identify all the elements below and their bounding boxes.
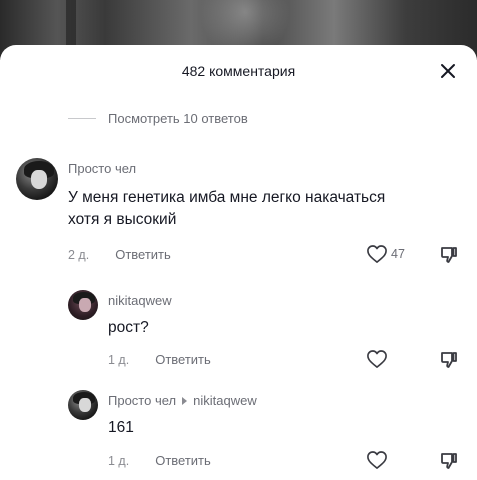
comment-text: У меня генетика имба мне легко накачатьс… — [68, 187, 468, 231]
dislike-button[interactable] — [439, 350, 459, 370]
comment-text-line: хотя я высокий — [68, 211, 177, 228]
like-button[interactable] — [366, 349, 388, 369]
thumbs-down-icon — [441, 453, 457, 469]
comment-username[interactable]: Просто чел — [68, 161, 136, 176]
like-button[interactable] — [366, 450, 388, 470]
comment-text-line: 161 — [108, 419, 134, 436]
reply-to-username[interactable]: nikitaqwew — [193, 393, 257, 408]
comment-time: 1 д. — [108, 352, 130, 367]
comment-meta: 1 д. Ответить — [108, 453, 211, 468]
close-icon — [441, 64, 455, 78]
heart-icon — [367, 245, 387, 263]
comment-meta: 1 д. Ответить — [108, 352, 211, 367]
heart-icon — [367, 350, 387, 368]
comment-time: 1 д. — [108, 453, 130, 468]
divider-line — [68, 118, 96, 119]
avatar[interactable] — [68, 390, 98, 420]
reply-button[interactable]: Ответить — [115, 247, 171, 262]
comment-time: 2 д. — [68, 247, 90, 262]
comment-username[interactable]: nikitaqwew — [108, 293, 172, 308]
reply-button[interactable]: Ответить — [155, 453, 211, 468]
dislike-button[interactable] — [439, 451, 459, 471]
thumbs-down-icon — [441, 247, 457, 263]
heart-icon — [367, 451, 387, 469]
comment-meta: 2 д. Ответить — [68, 247, 171, 262]
comment-text: рост? — [108, 317, 149, 339]
comment-username: Просто чел nikitaqwew — [108, 393, 257, 408]
like-count: 47 — [391, 247, 405, 261]
view-replies-label: Посмотреть 10 ответов — [108, 111, 248, 126]
comment-text: 161 — [108, 417, 134, 439]
reply-button[interactable]: Ответить — [155, 352, 211, 367]
thumbs-down-icon — [441, 352, 457, 368]
close-button[interactable] — [436, 59, 460, 83]
comment-author[interactable]: Просто чел — [108, 393, 176, 408]
view-replies-button[interactable]: Посмотреть 10 ответов — [68, 111, 248, 126]
comment-text-line: рост? — [108, 319, 149, 336]
avatar[interactable] — [68, 290, 98, 320]
comment-text-line: У меня генетика имба мне легко накачатьс… — [68, 189, 386, 206]
dislike-button[interactable] — [439, 245, 459, 265]
comments-sheet: 482 комментария Посмотреть 10 ответов Пр… — [0, 45, 477, 480]
avatar[interactable] — [16, 158, 58, 200]
like-button[interactable]: 47 — [366, 244, 405, 264]
comments-count-title: 482 комментария — [181, 63, 296, 79]
reply-arrow-icon — [182, 396, 188, 405]
